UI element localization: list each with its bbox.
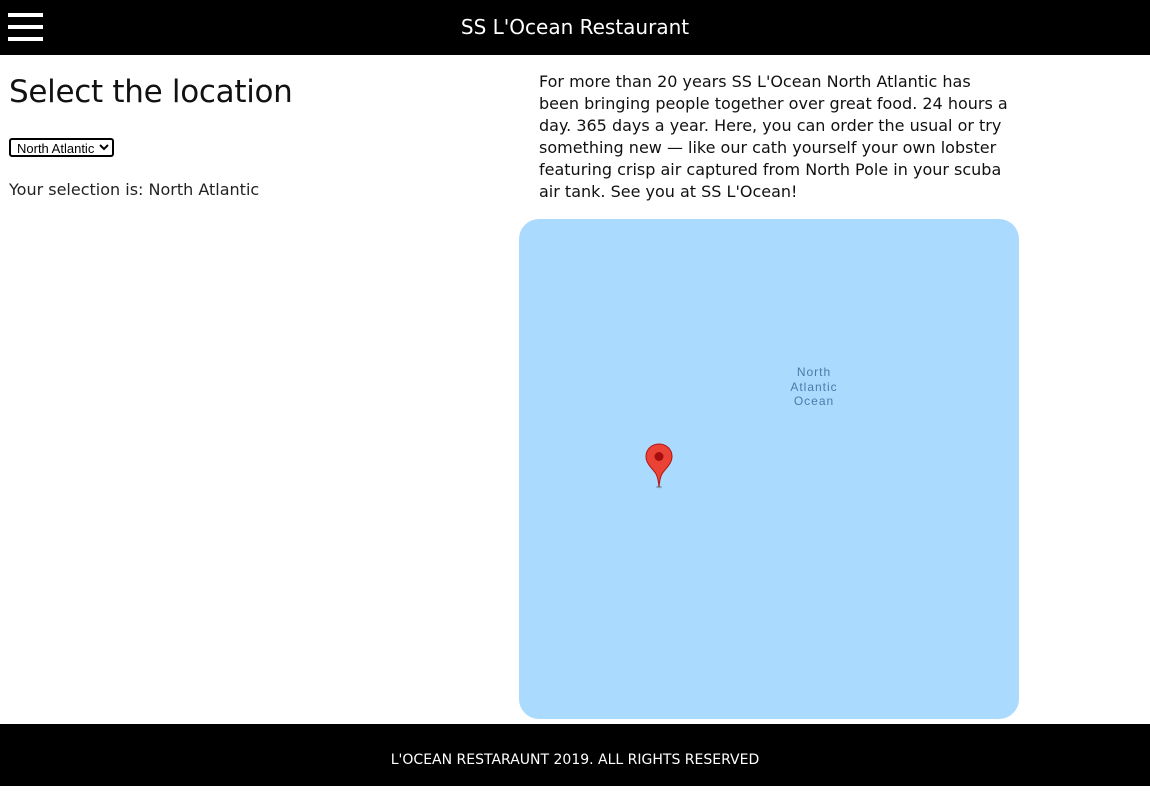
- footer: L'OCEAN RESTARAUNT 2019. ALL RIGHTS RESE…: [0, 724, 1150, 786]
- restaurant-description: For more than 20 years SS L'Ocean North …: [539, 72, 1008, 201]
- top-bar: SS L'Ocean Restaurant: [0, 0, 1150, 55]
- map-label-line: Atlantic: [790, 379, 838, 394]
- footer-copyright: L'OCEAN RESTARAUNT 2019. ALL RIGHTS RESE…: [390, 752, 760, 768]
- hamburger-menu-icon[interactable]: [8, 13, 43, 43]
- menu-bar-line: [8, 37, 43, 41]
- map-marker-icon[interactable]: [645, 443, 673, 489]
- selection-prefix: Your selection is:: [9, 180, 149, 199]
- site-title: SS L'Ocean Restaurant: [460, 15, 690, 39]
- selection-value: North Atlantic: [148, 180, 260, 199]
- map-label-line: North: [796, 365, 832, 379]
- menu-bar-line: [8, 25, 43, 29]
- selection-text: Your selection is: North Atlantic: [9, 180, 259, 199]
- location-map[interactable]: North Atlantic Ocean: [519, 219, 1019, 719]
- location-select[interactable]: North Atlantic: [9, 138, 114, 157]
- menu-bar-line: [8, 13, 43, 17]
- map-label-line: Ocean: [793, 394, 835, 408]
- page-title: Select the location: [9, 74, 293, 110]
- map-ocean-label: North Atlantic Ocean: [774, 365, 854, 409]
